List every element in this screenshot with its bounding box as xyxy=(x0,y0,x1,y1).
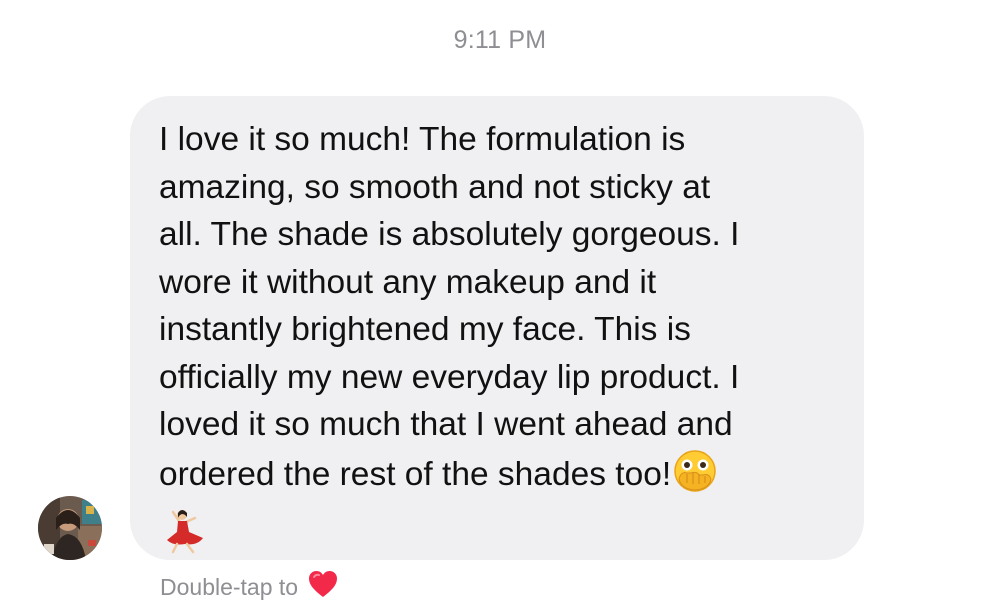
message-line: loved it so much that I went ahead and xyxy=(159,406,733,443)
message-line: officially my new everyday lip product. … xyxy=(159,358,740,396)
message-line: ordered the rest of the shades too! xyxy=(159,455,672,493)
reaction-hint: Double-tap to xyxy=(160,570,338,604)
message-line: amazing, so smooth and not sticky at xyxy=(159,168,711,206)
chat-screen: 9:11 PM I love it so much! The formulati… xyxy=(0,0,1000,610)
red-heart-icon[interactable] xyxy=(308,570,338,604)
avatar[interactable] xyxy=(38,496,102,560)
message-line: wore it without any makeup and it xyxy=(159,263,657,301)
reaction-hint-label: Double-tap to xyxy=(160,573,299,600)
message-bubble[interactable]: I love it so much! The formulation is am… xyxy=(130,96,864,560)
message-line: all. The shade is absolutely gorgeous. I xyxy=(159,216,740,253)
woman-dancing-emoji xyxy=(167,510,203,554)
message-line: instantly brightened my face. This is xyxy=(159,311,691,348)
message-line: I love it so much! The formulation is xyxy=(159,121,686,158)
avatar-photo xyxy=(38,496,102,560)
message-timestamp: 9:11 PM xyxy=(453,26,547,54)
face-with-open-eyes-and-hand-over-mouth-emoji xyxy=(673,449,717,507)
message-text: I love it so much! The formulation is am… xyxy=(159,116,838,506)
